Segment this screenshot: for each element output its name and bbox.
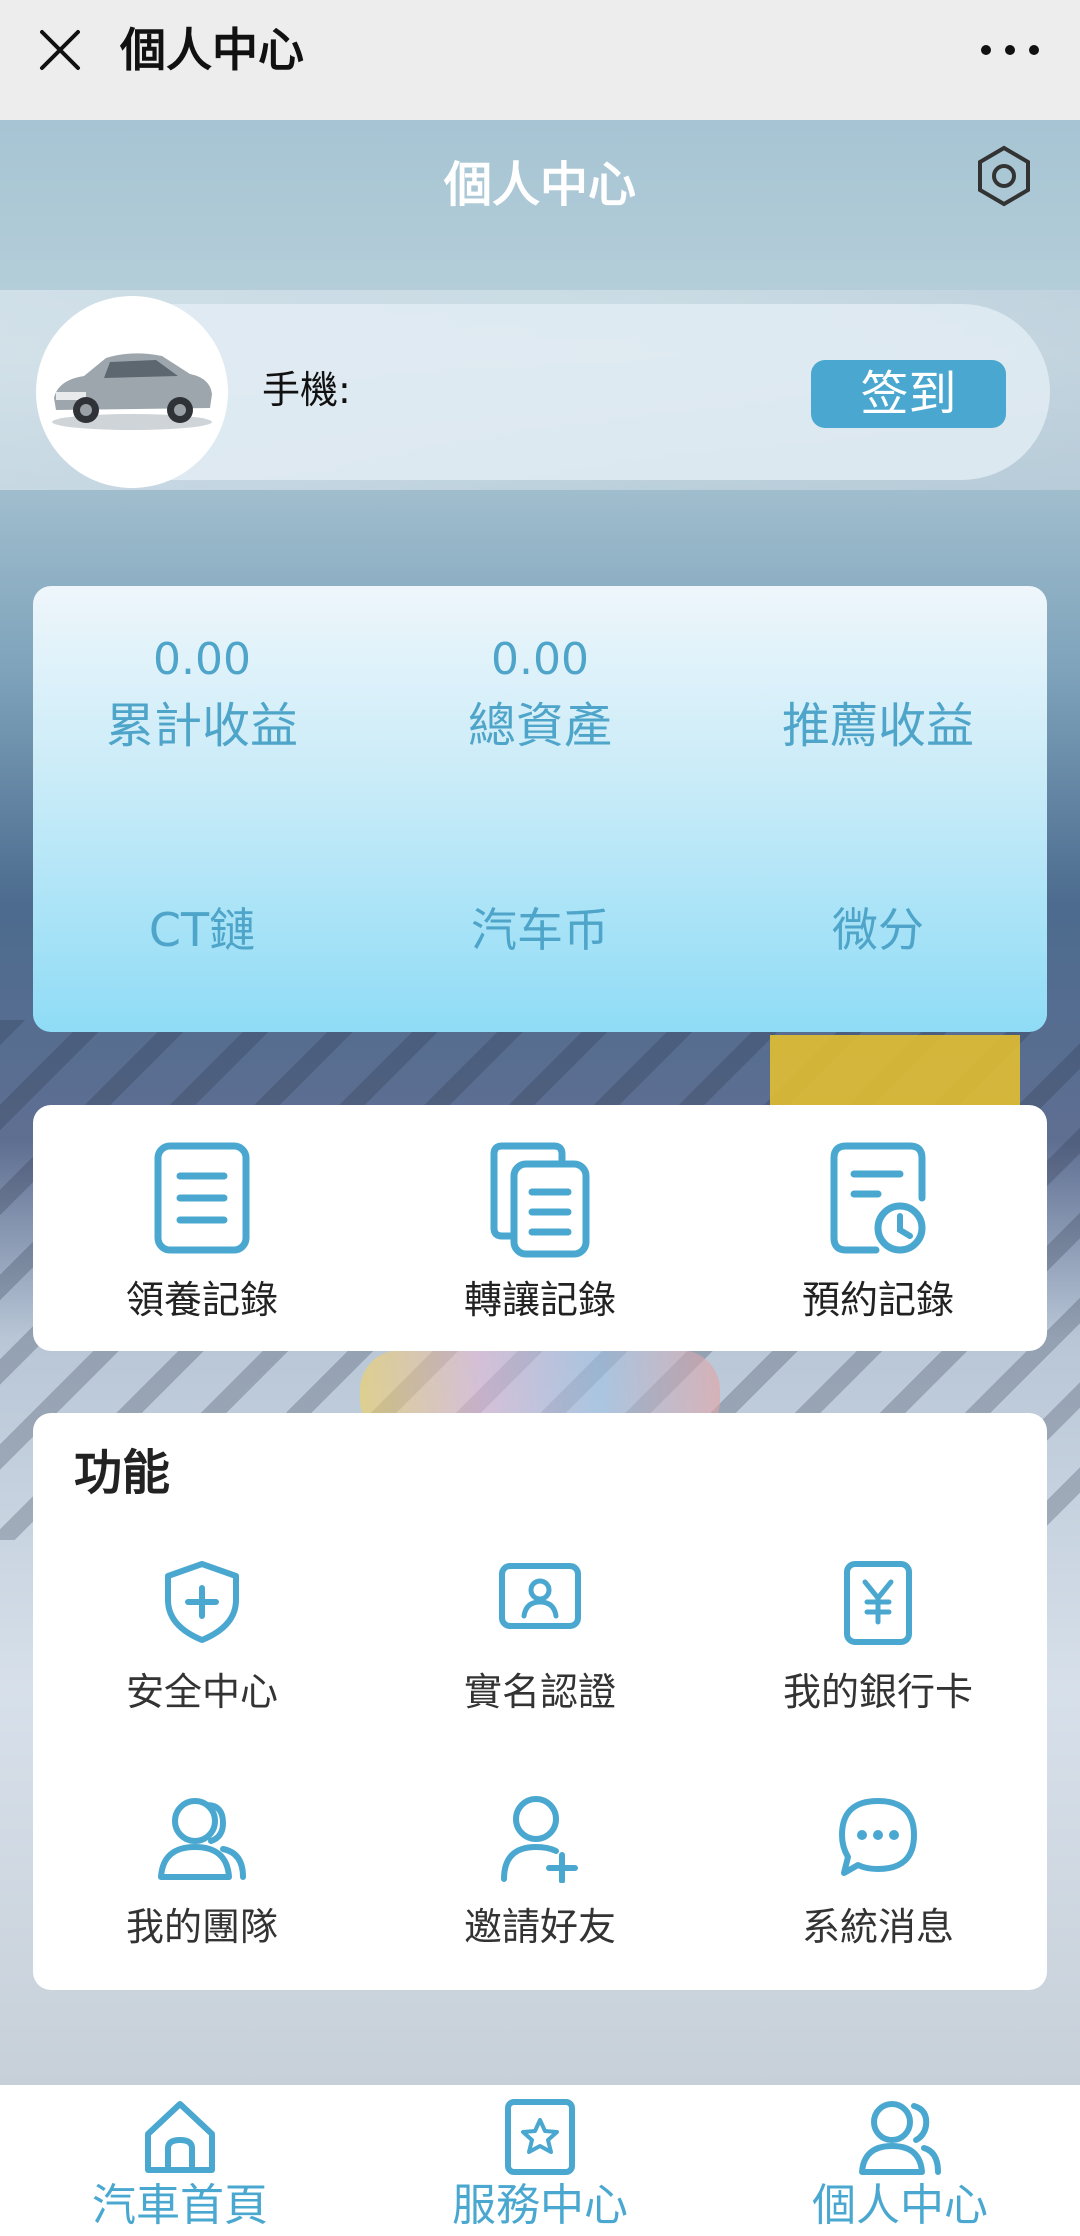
- stat-label: 汽车币: [471, 903, 609, 957]
- tab-personal-center[interactable]: 個人中心: [720, 2098, 1080, 2234]
- window-top-bar: 個人中心: [0, 0, 1080, 120]
- stat-value: [709, 630, 1047, 690]
- real-name-verification-button[interactable]: 實名認證: [371, 1560, 709, 1720]
- stat-ct-chain[interactable]: CT鏈: [33, 894, 371, 966]
- security-center-button[interactable]: 安全中心: [33, 1560, 371, 1720]
- function-label: 安全中心: [125, 1670, 278, 1714]
- stat-value: 0.00: [491, 634, 589, 685]
- transfer-records-button[interactable]: 轉讓記錄: [371, 1140, 709, 1330]
- window-title: 個人中心: [120, 23, 304, 77]
- stat-referral-earnings[interactable]: 推薦收益: [709, 630, 1047, 762]
- stat-label: 累計收益: [105, 698, 298, 754]
- add-user-icon: [501, 1796, 578, 1883]
- bank-card-icon: [844, 1561, 912, 1645]
- page-title: 個人中心: [443, 157, 636, 213]
- documents-copy-icon: [490, 1142, 590, 1258]
- shield-icon: [165, 1561, 239, 1643]
- stat-label: CT鏈: [148, 903, 256, 957]
- record-label: 轉讓記錄: [463, 1278, 616, 1322]
- adoption-records-button[interactable]: 領養記錄: [33, 1140, 371, 1330]
- user-group-icon: [859, 2101, 941, 2175]
- invite-friends-button[interactable]: 邀請好友: [371, 1795, 709, 1955]
- stat-car-coin[interactable]: 汽车币: [371, 894, 709, 966]
- home-icon: [145, 2101, 215, 2173]
- message-icon: [839, 1798, 917, 1876]
- tab-service-center[interactable]: 服務中心: [360, 2098, 720, 2234]
- my-bank-card-button[interactable]: 我的銀行卡: [709, 1560, 1047, 1720]
- tab-label: 汽車首頁: [92, 2180, 268, 2231]
- function-label: 我的團隊: [125, 1905, 278, 1949]
- team-icon: [158, 1798, 246, 1880]
- function-label: 我的銀行卡: [782, 1670, 973, 1714]
- tab-car-home[interactable]: 汽車首頁: [0, 2098, 360, 2234]
- avatar[interactable]: [36, 296, 228, 488]
- functions-title: 功能: [74, 1445, 171, 1501]
- record-label: 預約記錄: [801, 1278, 954, 1322]
- id-card-icon: [499, 1563, 581, 1629]
- stat-total-assets[interactable]: 0.00 總資產: [371, 630, 709, 762]
- record-label: 領養記錄: [125, 1278, 278, 1322]
- document-clock-icon: [830, 1142, 926, 1254]
- tab-label: 個人中心: [812, 2180, 988, 2231]
- system-messages-button[interactable]: 系統消息: [709, 1795, 1047, 1955]
- phone-label: 手機:: [262, 368, 351, 412]
- more-options-icon[interactable]: [980, 44, 1040, 56]
- star-bookmark-icon: [505, 2099, 575, 2175]
- stat-points[interactable]: 微分: [709, 894, 1047, 966]
- reservation-records-button[interactable]: 預約記錄: [709, 1140, 1047, 1330]
- stat-value: 0.00: [153, 634, 251, 685]
- my-team-button[interactable]: 我的團隊: [33, 1795, 371, 1955]
- function-label: 實名認證: [463, 1670, 616, 1714]
- car-avatar-image: [52, 353, 212, 430]
- stat-label: 微分: [832, 903, 924, 957]
- function-label: 邀請好友: [463, 1905, 616, 1949]
- stat-label: 推薦收益: [781, 698, 974, 754]
- document-icon: [154, 1142, 250, 1254]
- tab-label: 服務中心: [452, 2180, 628, 2231]
- close-icon[interactable]: [36, 26, 84, 74]
- checkin-button[interactable]: 签到: [811, 360, 1006, 428]
- function-label: 系統消息: [801, 1905, 954, 1949]
- settings-icon[interactable]: [972, 144, 1036, 208]
- stat-label: 總資產: [467, 698, 612, 754]
- stat-cumulative-earnings[interactable]: 0.00 累計收益: [33, 630, 371, 762]
